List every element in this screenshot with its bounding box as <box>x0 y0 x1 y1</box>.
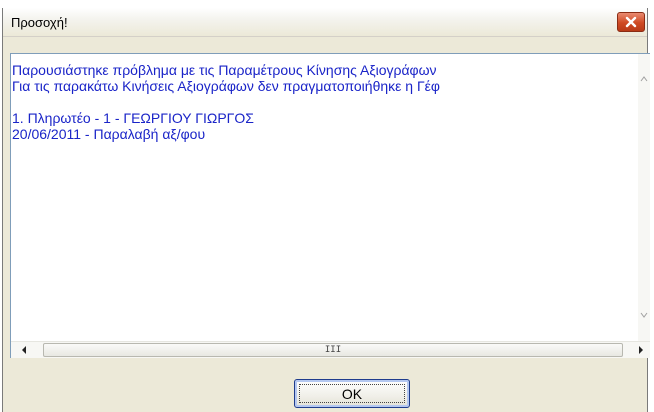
ok-button[interactable]: OK <box>294 379 410 408</box>
message-line: Παρουσιάστηκε πρόβλημα με τις Παραμέτρου… <box>12 62 437 78</box>
arrow-right-icon <box>639 346 643 354</box>
grip-icon: III <box>324 345 342 355</box>
vertical-scrollbar[interactable] <box>638 54 650 344</box>
scroll-left-arrow[interactable] <box>17 343 31 357</box>
message-line: Για τις παρακάτω Κινήσεις Αξιογράφων δεν… <box>12 78 440 94</box>
scroll-up-arrow[interactable] <box>638 72 650 86</box>
scroll-down-arrow[interactable] <box>638 308 650 322</box>
title-bar[interactable]: Προσοχή! <box>3 8 647 37</box>
ok-button-label: OK <box>341 385 363 402</box>
message-text-area[interactable]: Παρουσιάστηκε πρόβλημα με τις Παραμέτρου… <box>11 54 639 344</box>
horizontal-scrollbar[interactable]: III <box>11 341 650 358</box>
arrow-down-icon <box>640 312 648 318</box>
message-panel: Παρουσιάστηκε πρόβλημα με τις Παραμέτρου… <box>10 53 650 358</box>
screen: Προσοχή! Παρουσιάστηκε πρόβλημα με τις Π… <box>0 0 654 412</box>
window-title: Προσοχή! <box>11 15 68 30</box>
message-dialog: Προσοχή! Παρουσιάστηκε πρόβλημα με τις Π… <box>2 8 650 412</box>
message-line: 20/06/2011 - Παραλαβή αξ/φου <box>12 126 206 142</box>
close-icon <box>625 16 637 28</box>
scroll-thumb[interactable]: III <box>43 343 623 357</box>
message-line: 1. Πληρωτέο - 1 - ΓΕΩΡΓΙΟΥ ΓΙΩΡΓΟΣ <box>12 110 254 126</box>
message-line <box>11 94 639 110</box>
arrow-up-icon <box>640 76 648 82</box>
close-button[interactable] <box>617 12 645 32</box>
arrow-left-icon <box>22 346 26 354</box>
scroll-right-arrow[interactable] <box>634 343 648 357</box>
